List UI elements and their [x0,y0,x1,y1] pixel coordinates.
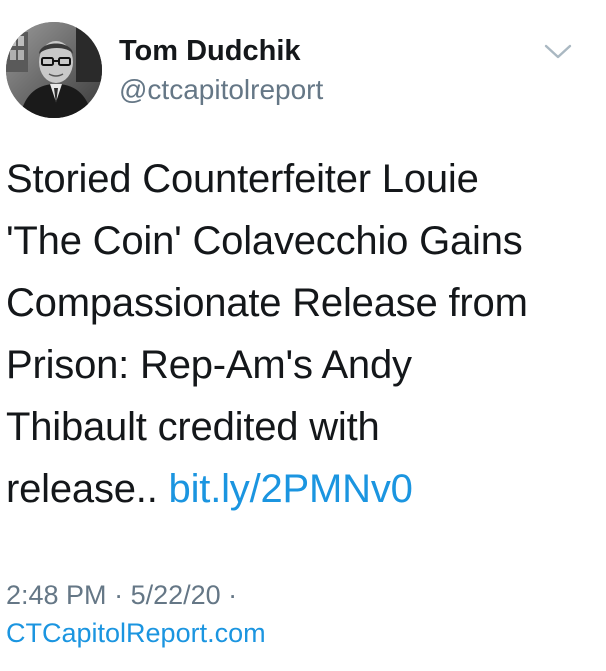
tweet-text-line: Prison: Rep-Am's Andy [6,343,412,387]
chevron-down-icon [544,44,572,59]
tweet-time[interactable]: 2:48 PM [6,580,107,610]
tweet-text: Storied Counterfeiter Louie 'The Coin' C… [6,148,586,520]
author-name[interactable]: Tom Dudchik [119,34,301,68]
tweet-text-line: 'The Coin' Colavecchio Gains [6,219,523,263]
profile-photo-icon [6,22,102,118]
tweet-source-link[interactable]: CTCapitolReport.com [6,615,266,651]
avatar[interactable] [6,22,102,118]
tweet-metadata: 2:48 PM · 5/22/20 · [6,577,237,613]
tweet-card: Tom Dudchik @ctcapitolreport Storied Cou… [0,0,606,671]
tweet-link[interactable]: bit.ly/2PMNv0 [169,467,413,511]
tweet-text-line: Thibault credited with [6,405,380,449]
meta-separator: · [106,580,131,610]
tweet-menu-button[interactable] [538,36,578,66]
tweet-text-line: Compassionate Release from [6,281,528,325]
tweet-date[interactable]: 5/22/20 [131,580,221,610]
tweet-text-line-last: release.. bit.ly/2PMNv0 [6,458,586,520]
tweet-text-fragment: release.. [6,467,169,511]
tweet-text-line: Storied Counterfeiter Louie [6,157,479,201]
author-handle[interactable]: @ctcapitolreport [119,73,323,107]
meta-separator-trailing: · [220,580,238,610]
